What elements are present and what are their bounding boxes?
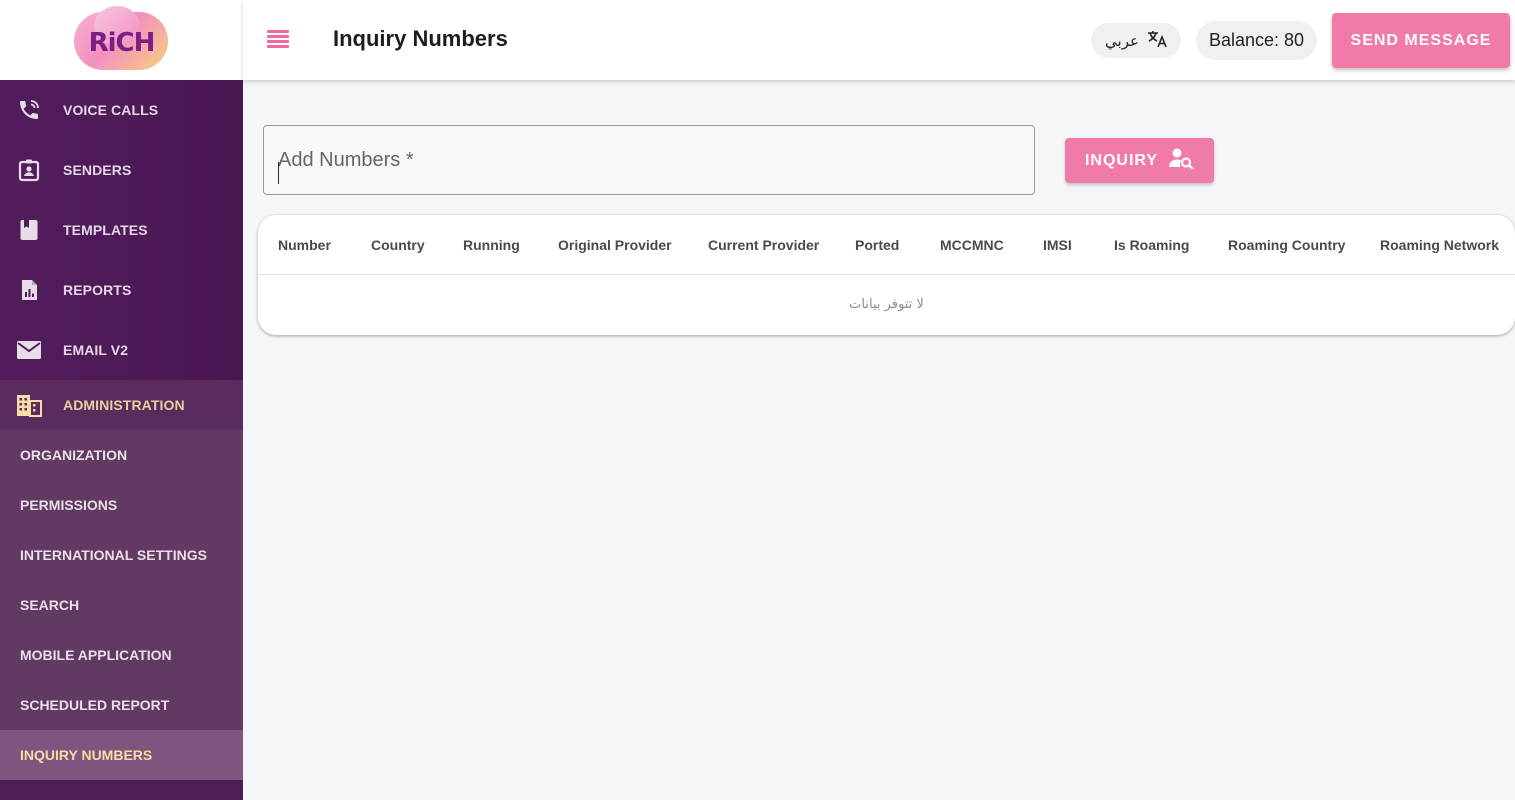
column-header-ported[interactable]: Ported (855, 237, 899, 253)
balance-indicator: Balance: 80 (1196, 21, 1317, 60)
translate-icon (1147, 30, 1167, 52)
sidebar-subitem-label: INQUIRY NUMBERS (20, 747, 153, 763)
sidebar-item-templates[interactable]: TEMPLATES (0, 200, 243, 260)
column-header-original-provider[interactable]: Original Provider (558, 237, 672, 253)
column-header-imsi[interactable]: IMSI (1043, 237, 1072, 253)
brand-logo[interactable]: RiCH (72, 6, 172, 72)
language-label: عربي (1105, 32, 1139, 50)
column-header-is-roaming[interactable]: Is Roaming (1114, 237, 1189, 253)
phone-icon (16, 97, 42, 123)
add-numbers-field[interactable] (263, 125, 1035, 195)
id-badge-icon (16, 157, 42, 183)
sidebar-item-voice-calls[interactable]: VOICE CALLS (0, 80, 243, 140)
sidebar-item-email-v2[interactable]: EMAIL V2 (0, 320, 243, 380)
sidebar-item-reports[interactable]: REPORTS (0, 260, 243, 320)
sidebar-subitem-label: PERMISSIONS (20, 497, 118, 513)
sidebar-subitem-label: MOBILE APPLICATION (20, 647, 172, 663)
column-header-current-provider[interactable]: Current Provider (708, 237, 819, 253)
column-header-country[interactable]: Country (371, 237, 425, 253)
column-header-roaming-network[interactable]: Roaming Network (1380, 237, 1499, 253)
hamburger-menu-icon[interactable] (267, 30, 289, 48)
column-header-mccmnc[interactable]: MCCMNC (940, 237, 1004, 253)
text-caret (278, 162, 279, 184)
sidebar-subitem-inquiry-numbers[interactable]: INQUIRY NUMBERS (0, 730, 243, 780)
sidebar-nav: VOICE CALLS SENDERS TEMPLATES REPORTS EM… (0, 80, 243, 780)
sidebar-subitem-scheduled-report[interactable]: SCHEDULED REPORT (0, 680, 243, 730)
sidebar-item-label: EMAIL V2 (63, 342, 129, 358)
sidebar-item-label: SENDERS (63, 162, 132, 178)
sidebar-subitem-label: SCHEDULED REPORT (20, 697, 170, 713)
top-bar: Inquiry Numbers عربي Balance: 80 SEND ME… (243, 0, 1515, 80)
building-icon (16, 392, 42, 418)
administration-group: ADMINISTRATION ORGANIZATION PERMISSIONS … (0, 380, 243, 780)
sidebar-subitem-international-settings[interactable]: INTERNATIONAL SETTINGS (0, 530, 243, 580)
sidebar-item-label: REPORTS (63, 282, 132, 298)
page-title: Inquiry Numbers (333, 26, 508, 51)
sidebar-subitem-permissions[interactable]: PERMISSIONS (0, 480, 243, 530)
sidebar-item-label: ADMINISTRATION (63, 397, 185, 413)
inquiry-button-label: INQUIRY (1084, 151, 1159, 169)
sidebar-subitem-organization[interactable]: ORGANIZATION (0, 430, 243, 480)
sidebar-subitem-mobile-application[interactable]: MOBILE APPLICATION (0, 630, 243, 680)
sidebar-item-senders[interactable]: SENDERS (0, 140, 243, 200)
user-search-icon (1168, 147, 1194, 174)
column-header-number[interactable]: Number (278, 237, 331, 253)
inquiry-button[interactable]: INQUIRY (1065, 138, 1214, 183)
empty-state-message: لا تتوفر بيانات (849, 297, 924, 312)
table-header-row: Number Country Running Original Provider… (258, 215, 1515, 275)
sidebar: RiCH VOICE CALLS SENDERS TEMPLATES REPOR… (0, 0, 243, 800)
bookmark-icon (16, 217, 42, 243)
sidebar-item-label: TEMPLATES (63, 222, 148, 238)
sidebar-subitem-label: SEARCH (20, 597, 80, 613)
send-message-button[interactable]: SEND MESSAGE (1332, 13, 1510, 68)
mail-icon (16, 337, 42, 363)
sidebar-subitem-label: INTERNATIONAL SETTINGS (20, 547, 207, 563)
column-header-roaming-country[interactable]: Roaming Country (1228, 237, 1345, 253)
report-chart-icon (16, 277, 42, 303)
sidebar-subitem-search[interactable]: SEARCH (0, 580, 243, 630)
sidebar-item-administration[interactable]: ADMINISTRATION (0, 380, 243, 430)
column-header-running[interactable]: Running (463, 237, 520, 253)
results-table: Number Country Running Original Provider… (258, 215, 1515, 335)
sidebar-subitem-label: ORGANIZATION (20, 447, 128, 463)
language-toggle-button[interactable]: عربي (1091, 23, 1181, 58)
add-numbers-input[interactable] (264, 126, 1034, 194)
sidebar-item-label: VOICE CALLS (63, 102, 159, 118)
logo-area: RiCH (0, 0, 243, 80)
